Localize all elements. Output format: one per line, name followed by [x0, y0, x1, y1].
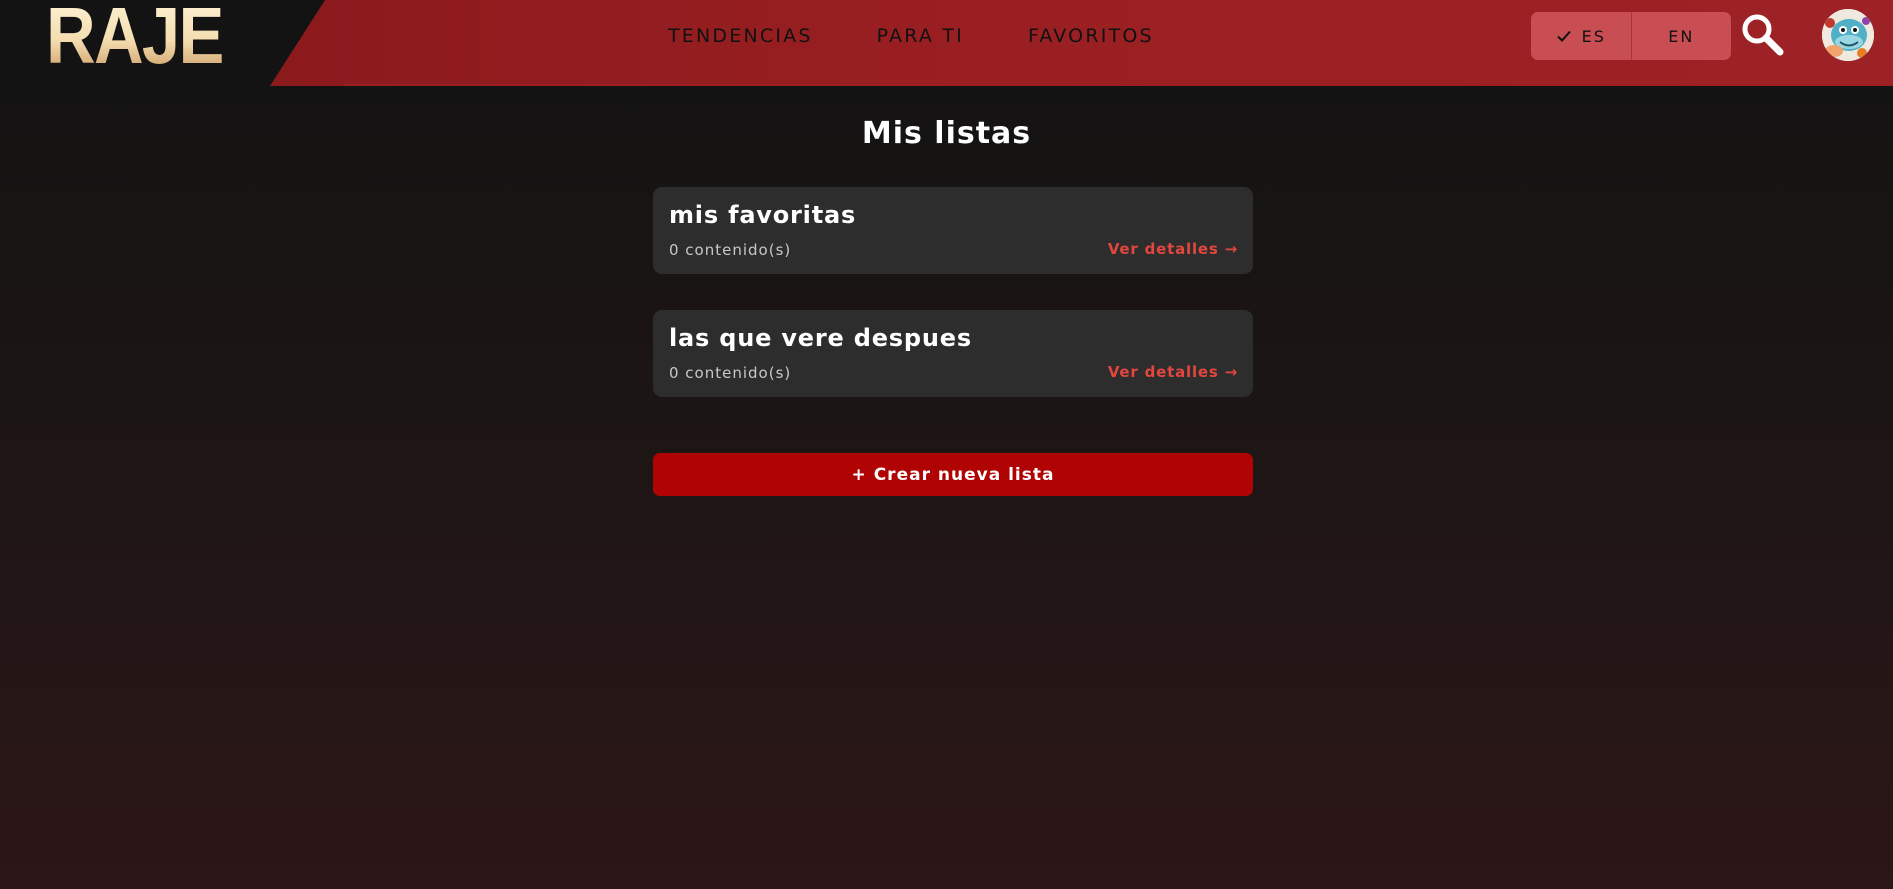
- search-icon: [1742, 14, 1784, 56]
- search-button[interactable]: [1740, 12, 1786, 58]
- view-details-link[interactable]: Ver detalles →: [1108, 240, 1238, 258]
- nav-item-para-ti[interactable]: PARA TI: [877, 23, 964, 49]
- list-name: mis favoritas: [669, 201, 857, 229]
- avatar-image: [1822, 9, 1874, 61]
- view-details-link[interactable]: Ver detalles →: [1108, 363, 1238, 381]
- page-title: Mis listas: [861, 116, 1032, 151]
- language-switcher: ES EN: [1531, 12, 1731, 60]
- avatar[interactable]: [1822, 9, 1874, 61]
- raje-logo[interactable]: RAJE: [46, 0, 224, 76]
- list-name: las que vere despues: [669, 324, 972, 352]
- list-card[interactable]: las que vere despues 0 contenido(s) Ver …: [653, 310, 1253, 397]
- nav-item-tendencias[interactable]: TENDENCIAS: [668, 23, 813, 49]
- list-count: 0 contenido(s): [669, 364, 792, 382]
- create-list-button[interactable]: + Crear nueva lista: [653, 453, 1253, 496]
- top-header: RAJE TENDENCIAS PARA TI FAVORITOS ES EN: [0, 0, 1893, 86]
- list-card[interactable]: mis favoritas 0 contenido(s) Ver detalle…: [653, 187, 1253, 274]
- language-label-en: EN: [1668, 26, 1695, 46]
- header-banner-edge: [344, 84, 1893, 86]
- language-option-es[interactable]: ES: [1531, 12, 1632, 60]
- language-label-es: ES: [1581, 26, 1606, 46]
- language-option-en[interactable]: EN: [1632, 12, 1732, 60]
- main-nav: TENDENCIAS PARA TI FAVORITOS: [668, 23, 1154, 49]
- list-count: 0 contenido(s): [669, 241, 792, 259]
- nav-item-favoritos[interactable]: FAVORITOS: [1028, 23, 1154, 49]
- check-icon: [1556, 30, 1571, 42]
